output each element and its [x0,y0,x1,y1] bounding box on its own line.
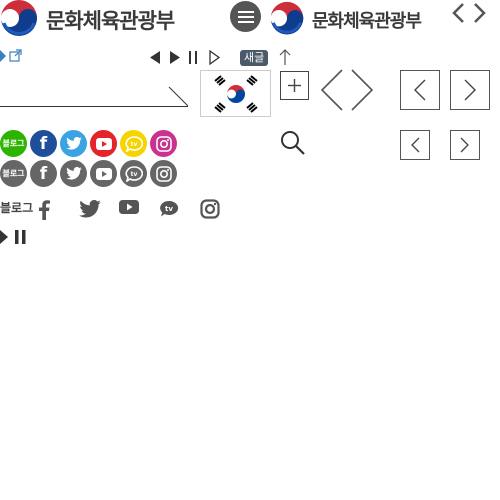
blog-text-link[interactable]: 블로그 [0,199,33,216]
facebook-glyph: f [39,133,48,154]
svg-text:tv: tv [130,141,137,148]
chevron-right-icon [460,137,469,153]
sns-list-colored: 블로그 f tv [0,130,177,157]
chevron-left-icon [411,137,420,153]
play-outline-icon[interactable] [209,50,220,65]
kakaotv-icon[interactable]: tv [120,130,147,157]
chevron-right-icon [464,79,476,101]
taegukgi-icon [213,74,258,113]
twitter-bird-icon [65,137,82,150]
svg-text:tv: tv [130,171,137,178]
new-post-badge: 새글 [240,50,269,66]
play-icon[interactable] [170,51,180,64]
twitter-icon[interactable] [60,130,87,157]
plus-icon [288,79,301,92]
youtube-icon[interactable] [90,130,117,157]
youtube-play-icon [95,167,112,180]
hamburger-icon [237,10,254,23]
search-underline [0,106,188,107]
youtube-icon[interactable] [119,200,139,214]
facebook-icon[interactable]: f [30,160,57,187]
instagram-icon[interactable] [150,130,177,157]
external-link-icon[interactable] [9,49,22,62]
svg-text:tv: tv [165,205,173,213]
next-button-large[interactable] [450,70,490,110]
youtube-icon[interactable] [90,160,117,187]
kakaotv-icon[interactable]: tv [159,200,179,218]
twitter-icon[interactable] [60,160,87,187]
ministry-logo[interactable]: 문화체육관광부 [0,0,175,40]
menu-button[interactable] [230,1,261,32]
tv-bubble-icon: tv [125,135,143,152]
tv-bubble-icon: tv [125,165,143,182]
slide-pause-icon[interactable] [14,230,27,244]
blog-icon[interactable]: 블로그 [0,160,27,187]
sns-list-gray: 블로그 f tv [0,160,177,187]
instagram-camera-icon [155,165,172,182]
blog-icon[interactable]: 블로그 [0,130,27,157]
diagonal-line-icon [168,86,189,107]
facebook-icon[interactable] [38,200,50,220]
instagram-icon[interactable] [150,160,177,187]
small-play-icon[interactable] [0,50,6,62]
expand-button[interactable] [280,71,309,100]
ministry-name: 문화체육관광부 [46,9,175,33]
ministry-logo-alt[interactable]: 문화체육관광부 [268,0,422,40]
arrow-up-icon[interactable] [279,49,291,65]
code-arrows-icon[interactable] [451,2,487,24]
large-prev-next-icon[interactable] [320,68,374,112]
chevron-left-icon [414,79,426,101]
blog-label: 블로그 [2,139,25,148]
facebook-icon[interactable]: f [30,130,57,157]
twitter-bird-icon [65,167,82,180]
prev-icon[interactable] [150,51,160,64]
instagram-icon[interactable] [200,199,220,219]
korea-flag [200,70,271,117]
facebook-glyph: f [39,163,48,184]
prev-button-large[interactable] [400,70,440,110]
ministry-name-alt: 문화체육관광부 [312,11,422,32]
twitter-icon[interactable] [79,200,101,218]
instagram-camera-icon [155,135,172,152]
prev-button-small[interactable] [400,130,430,160]
taegeuk-emblem-icon [0,0,39,40]
youtube-play-icon [95,137,112,150]
kakaotv-icon[interactable]: tv [120,160,147,187]
slide-play-icon[interactable] [0,230,8,244]
blog-label: 블로그 [2,169,25,178]
taegeuk-emblem-icon [270,1,304,35]
search-icon[interactable] [280,130,306,156]
pause-icon[interactable] [188,51,198,64]
next-button-small[interactable] [450,130,480,160]
